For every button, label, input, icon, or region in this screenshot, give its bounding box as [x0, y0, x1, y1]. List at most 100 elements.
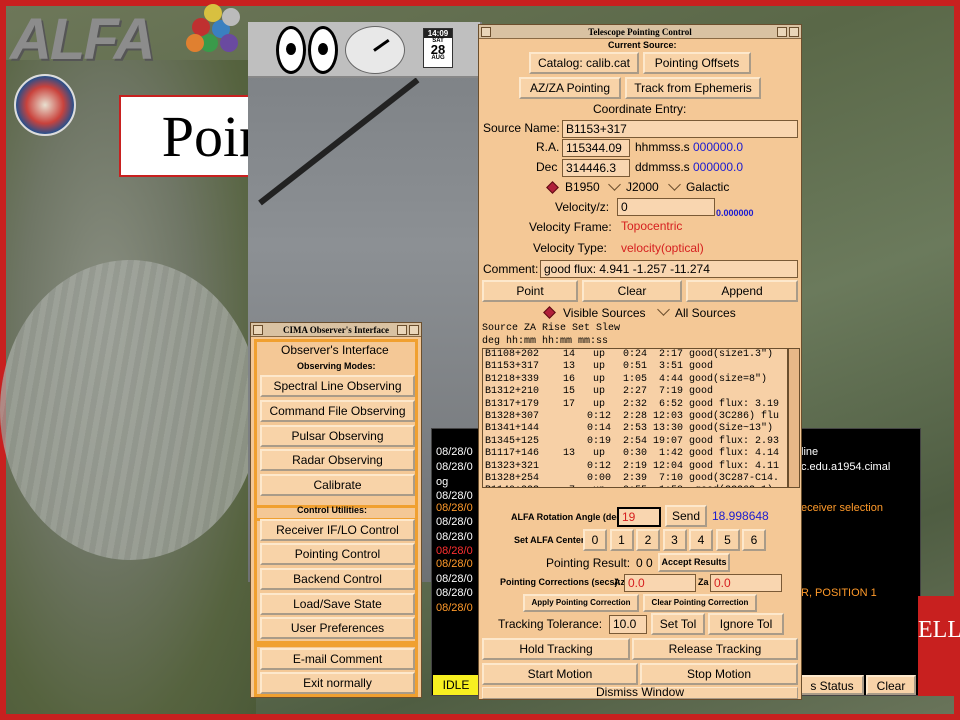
all-sources-label: All Sources: [675, 306, 736, 320]
galactic-label: Galactic: [686, 180, 730, 194]
rotation-input[interactable]: 19: [617, 507, 661, 527]
release-tracking-button[interactable]: Release Tracking: [632, 638, 798, 660]
source-row[interactable]: B1341+144 0:14 2:53 13:30 good(Size~13"): [485, 423, 787, 435]
set-tol-button[interactable]: Set Tol: [651, 613, 705, 635]
email-comment-button[interactable]: E-mail Comment: [260, 648, 415, 670]
console-line: 08/28/0: [436, 587, 473, 599]
current-source-label: Current Source:: [608, 40, 677, 50]
az-correction-input[interactable]: 0.0: [624, 574, 696, 592]
apply-correction-button[interactable]: Apply Pointing Correction: [523, 594, 639, 612]
beam-6-button[interactable]: 6: [742, 529, 766, 551]
source-row[interactable]: B1108+202 14 up 0:24 2:17 good(size1.3"): [485, 349, 787, 361]
beam-1-button[interactable]: 1: [609, 529, 634, 551]
console-right-line: c.edu.a1954.cimal: [801, 461, 891, 473]
pointing-control-button[interactable]: Pointing Control: [260, 543, 415, 565]
source-row[interactable]: B1328+307 0:12 2:28 12:03 good(3C286) fl…: [485, 411, 787, 423]
source-name-input[interactable]: B1153+317: [562, 120, 798, 138]
source-row[interactable]: B1312+210 15 up 2:27 7:19 good: [485, 386, 787, 398]
dec-readback: 000000.0: [693, 160, 744, 174]
clear-correction-button[interactable]: Clear Pointing Correction: [643, 594, 757, 612]
console-line: 08/28/0: [436, 446, 473, 458]
console-right-line: eceiver selection: [801, 502, 883, 514]
point-button[interactable]: Point: [482, 280, 578, 302]
list-header: Source ZA Rise Set Slew: [482, 323, 621, 334]
vframe-menu[interactable]: Topocentric: [621, 219, 682, 233]
corner-banner: [918, 596, 960, 696]
pulsar-button[interactable]: Pulsar Observing: [260, 425, 415, 447]
dec-label: Dec: [536, 160, 558, 174]
comment-input[interactable]: good flux: 4.941 -1.257 -11.274: [540, 260, 798, 278]
catalog-button[interactable]: Catalog: calib.cat: [529, 52, 639, 74]
accept-results-button[interactable]: Accept Results: [658, 553, 730, 572]
source-row[interactable]: B1218+339 16 up 1:05 4:44 good(size=8"): [485, 374, 787, 386]
stop-motion-button[interactable]: Stop Motion: [640, 663, 798, 685]
hold-tracking-button[interactable]: Hold Tracking: [482, 638, 630, 660]
observer-interface-window: CIMA Observer's Interface Observer's Int…: [250, 322, 422, 698]
tolerance-input[interactable]: 10.0: [609, 615, 647, 634]
console-clear-button[interactable]: Clear: [866, 675, 916, 695]
za-label: Za: [698, 577, 709, 587]
minimize-icon[interactable]: [777, 27, 787, 37]
window-titlebar[interactable]: CIMA Observer's Interface: [251, 323, 421, 337]
source-row[interactable]: B1153+317 13 up 0:51 3:51 good: [485, 361, 787, 373]
source-list-scrollbar[interactable]: [788, 348, 800, 488]
xeyes-right-icon: [308, 26, 338, 74]
pointing-offsets-button[interactable]: Pointing Offsets: [643, 52, 751, 74]
append-button[interactable]: Append: [686, 280, 798, 302]
velocity-input[interactable]: 0: [617, 198, 715, 216]
azza-pointing-button[interactable]: AZ/ZA Pointing: [519, 77, 621, 99]
set-center-label: Set ALFA Center: [514, 535, 585, 545]
exit-button[interactable]: Exit normally: [260, 672, 415, 694]
ra-input[interactable]: 115344.09: [562, 139, 630, 157]
console-line: 08/28/0: [436, 490, 473, 502]
window-menu-icon[interactable]: [253, 325, 263, 335]
source-row[interactable]: B1345+125 0:19 2:54 19:07 good flux: 2.9…: [485, 436, 787, 448]
ra-readback: 000000.0: [693, 140, 744, 154]
source-list[interactable]: B1108+202 14 up 0:24 2:17 good(size1.3")…: [482, 348, 788, 488]
visible-sources-label: Visible Sources: [563, 306, 646, 320]
za-correction-input[interactable]: 0.0: [710, 574, 782, 592]
beam-3-button[interactable]: 3: [662, 529, 687, 551]
ephemeris-button[interactable]: Track from Ephemeris: [625, 77, 761, 99]
source-row[interactable]: B1140+223 7 up 0:55 1:58 good(3C263.1): [485, 485, 787, 487]
beam-0-button[interactable]: 0: [583, 529, 607, 551]
observer-heading: Observer's Interface: [281, 343, 389, 357]
dish-surface: [0, 260, 260, 560]
dec-input[interactable]: 314446.3: [562, 159, 630, 177]
vtype-menu[interactable]: velocity(optical): [621, 241, 704, 255]
start-motion-button[interactable]: Start Motion: [482, 663, 638, 685]
backend-control-button[interactable]: Backend Control: [260, 568, 415, 590]
source-row[interactable]: B1317+179 17 up 2:32 6:52 good flux: 3.1…: [485, 399, 787, 411]
send-button[interactable]: Send: [665, 505, 707, 527]
load-save-button[interactable]: Load/Save State: [260, 593, 415, 615]
beam-5-button[interactable]: 5: [715, 529, 740, 551]
receiver-iflo-button[interactable]: Receiver IF/LO Control: [260, 519, 415, 541]
spectral-line-button[interactable]: Spectral Line Observing: [260, 375, 415, 397]
command-file-button[interactable]: Command File Observing: [260, 400, 415, 422]
beam-4-button[interactable]: 4: [689, 529, 713, 551]
corrections-label: Pointing Corrections (secs):: [500, 577, 621, 587]
window-titlebar[interactable]: Telescope Pointing Control: [479, 25, 801, 39]
source-row[interactable]: B1328+254 0:00 2:39 7:10 good(3C287-C14.: [485, 473, 787, 485]
rotation-label: ALFA Rotation Angle (deg): [511, 512, 625, 522]
dismiss-window-button[interactable]: Dismiss Window: [482, 686, 798, 699]
source-row[interactable]: B1323+321 0:12 2:19 12:04 good flux: 4.1…: [485, 461, 787, 473]
maximize-icon[interactable]: [789, 27, 799, 37]
clear-button[interactable]: Clear: [582, 280, 682, 302]
window-menu-icon[interactable]: [481, 27, 491, 37]
status-button[interactable]: s Status: [800, 675, 864, 695]
b1950-label: B1950: [565, 180, 600, 194]
calibrate-button[interactable]: Calibrate: [260, 474, 415, 496]
console-right-line: R, POSITION 1: [801, 587, 877, 599]
beam-2-button[interactable]: 2: [636, 529, 660, 551]
minimize-icon[interactable]: [397, 325, 407, 335]
maximize-icon[interactable]: [409, 325, 419, 335]
radar-button[interactable]: Radar Observing: [260, 449, 415, 471]
ignore-tol-button[interactable]: Ignore Tol: [708, 613, 784, 635]
console-line: 08/28/0: [436, 602, 473, 614]
xeyes-left-icon: [276, 26, 306, 74]
velocity-label: Velocity/z:: [555, 200, 610, 214]
clock-icon: [345, 26, 405, 74]
source-row[interactable]: B1117+146 13 up 0:30 1:42 good flux: 4.1…: [485, 448, 787, 460]
user-preferences-button[interactable]: User Preferences: [260, 617, 415, 639]
